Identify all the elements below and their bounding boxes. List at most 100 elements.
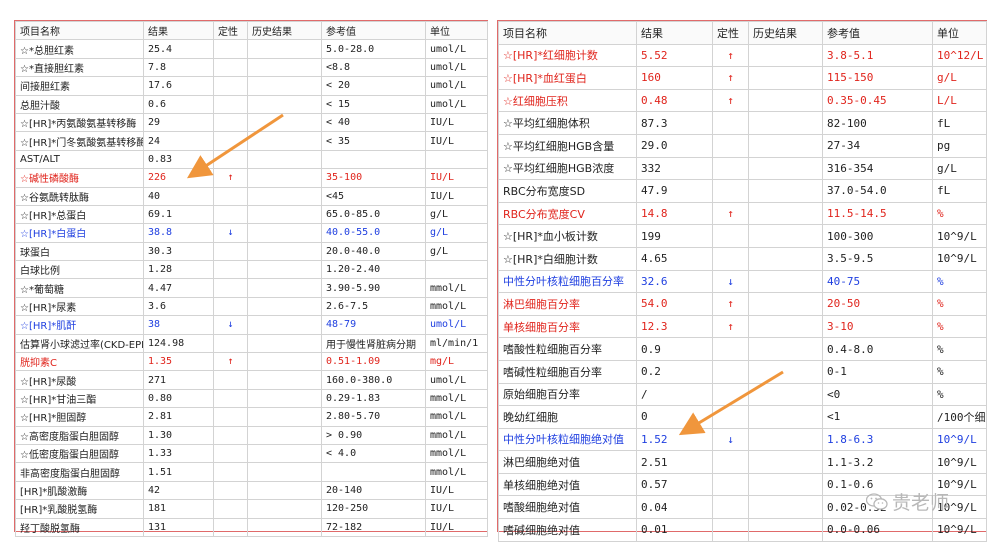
cell-flag: ↑ — [712, 43, 749, 68]
cell-result: 0.48 — [636, 88, 713, 113]
cell-item-name: 球蛋白 — [15, 241, 144, 262]
cell-unit: umol/L — [425, 94, 488, 114]
cell-history — [247, 296, 322, 317]
table-row: [HR]*肌酸激酶 42 20-140 IU/L — [15, 480, 488, 501]
table-header-row: 项目名称 结果 定性 历史结果 参考值 单位 — [15, 20, 488, 41]
cell-result: 14.8 — [636, 201, 713, 226]
cell-history — [748, 427, 823, 452]
cell-flag — [213, 260, 248, 280]
cell-flag: ↓ — [213, 223, 248, 243]
cell-unit: % — [932, 359, 987, 384]
cell-unit: g/L — [425, 241, 488, 262]
cell-flag — [213, 443, 248, 464]
cell-flag — [213, 296, 248, 317]
cell-item-name: 羟丁酸脱氢酶 — [15, 517, 144, 537]
cell-history — [247, 39, 322, 59]
cell-unit: IU/L — [425, 131, 488, 151]
liver-kidney-panel: 项目名称 结果 定性 历史结果 参考值 单位 ☆*总胆红素 25.4 5.0-28.0 umol… — [14, 20, 488, 537]
table-row: ☆[HR]*尿酸 271 160.0-380.0 umol/L — [15, 370, 488, 390]
table-row: 晚幼红细胞0 <1/100个细胞 — [498, 405, 987, 429]
cell-result: 1.51 — [143, 462, 214, 482]
cell-history — [247, 241, 322, 262]
cell-history — [748, 66, 823, 90]
cell-history — [247, 112, 322, 133]
cell-result: 54.0 — [636, 292, 713, 316]
cell-reference: <8.8 — [321, 57, 426, 78]
table-row: 中性分叶核粒细胞百分率 32.6 ↓ 40-75% — [498, 269, 987, 294]
watermark-text: 贵老师 — [892, 492, 950, 514]
cell-unit: umol/L — [425, 39, 488, 59]
cell-result: 29 — [143, 112, 214, 133]
cell-history — [247, 149, 322, 170]
table-row: ☆[HR]*门冬氨酸氨基转移酶 24 < 35 IU/L — [15, 131, 488, 151]
cell-flag — [712, 111, 749, 135]
cell-reference: < 4.0 — [321, 443, 426, 464]
cell-unit: g/L — [425, 223, 488, 243]
cell-result: 0.80 — [143, 388, 214, 409]
cell-reference: 3.90-5.90 — [321, 278, 426, 298]
cell-result: 0.04 — [636, 495, 713, 520]
cell-result: 181 — [143, 499, 214, 519]
cell-reference: 115-150 — [822, 66, 933, 90]
cell-unit: mmol/L — [425, 278, 488, 298]
cell-result: 5.52 — [636, 43, 713, 68]
cell-unit: 10^9/L — [932, 246, 987, 271]
cell-item-name: ☆[HR]*尿素 — [15, 296, 144, 317]
cell-history — [247, 186, 322, 206]
cell-history — [748, 111, 823, 135]
cell-history — [748, 472, 823, 497]
cell-result: 38 — [143, 315, 214, 335]
cell-flag — [712, 246, 749, 271]
cell-result: 69.1 — [143, 204, 214, 225]
cell-result: 2.81 — [143, 407, 214, 427]
column-header-result: 结果 — [143, 20, 214, 41]
cell-flag — [213, 131, 248, 151]
cell-history — [748, 518, 823, 542]
table-row: RBC分布宽度SD 47.9 37.0-54.0 fL — [498, 179, 987, 203]
cell-item-name: ☆碱性磷酸酶 — [15, 168, 144, 188]
cell-reference: < 40 — [321, 112, 426, 133]
wechat-icon — [865, 492, 888, 511]
cell-flag — [712, 405, 749, 429]
cell-result: 3.6 — [143, 296, 214, 317]
table-row: 胱抑素C 1.35 ↑ 0.51-1.09 mg/L — [15, 352, 488, 372]
table-row: 淋巴细胞百分率 54.0 ↑ 20-50% — [498, 292, 987, 316]
cell-flag — [213, 112, 248, 133]
cell-item-name: 胱抑素C — [15, 352, 144, 372]
column-header-history: 历史结果 — [748, 21, 823, 45]
cell-flag: ↑ — [213, 352, 248, 372]
cell-flag: ↑ — [712, 66, 749, 90]
column-header-name: 项目名称 — [498, 21, 637, 45]
cell-flag — [213, 241, 248, 262]
cell-flag: ↓ — [213, 315, 248, 335]
table-row: ☆平均红细胞体积 87.3 82-100 fL — [498, 111, 987, 135]
cell-item-name: 单核细胞绝对值 — [498, 472, 637, 497]
table-row: ☆[HR]*丙氨酸氨基转移酶 29 < 40 IU/L — [15, 112, 488, 133]
cell-history — [247, 517, 322, 537]
cell-history — [748, 43, 823, 68]
cell-unit: /100个细胞 — [932, 405, 987, 429]
cell-unit: fL — [932, 111, 987, 135]
cell-reference: 2.80-5.70 — [321, 407, 426, 427]
cell-history — [748, 179, 823, 203]
cell-flag — [712, 133, 749, 158]
cell-result: 87.3 — [636, 111, 713, 135]
column-header-flag: 定性 — [213, 20, 248, 41]
cell-result: 332 — [636, 156, 713, 181]
cell-unit: mmol/L — [425, 407, 488, 427]
cell-unit: mg/L — [425, 352, 488, 372]
cell-history — [748, 314, 823, 339]
cell-reference: 20.0-40.0 — [321, 241, 426, 262]
cell-item-name: ☆[HR]*血红蛋白 — [498, 66, 637, 90]
cell-flag: ↑ — [712, 201, 749, 226]
cell-unit: 10^12/L — [932, 43, 987, 68]
cell-flag: ↓ — [712, 269, 749, 294]
cell-result: 0.6 — [143, 94, 214, 114]
cell-reference: 1.1-3.2 — [822, 450, 933, 474]
table-row: ☆[HR]*肌酐 38 ↓ 48-79 umol/L — [15, 315, 488, 335]
table-row: RBC分布宽度CV 14.8 ↑ 11.5-14.5% — [498, 201, 987, 226]
cell-result: 42 — [143, 480, 214, 501]
cell-history — [247, 443, 322, 464]
cell-reference: 72-182 — [321, 517, 426, 537]
cell-history — [748, 246, 823, 271]
